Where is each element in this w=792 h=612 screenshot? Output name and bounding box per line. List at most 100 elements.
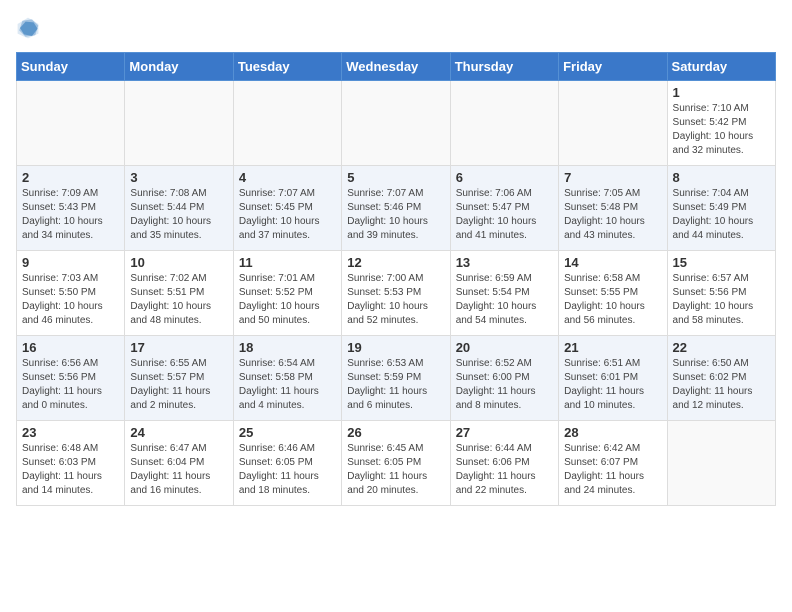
calendar-day-20: 20 Sunrise: 6:52 AM Sunset: 6:00 PM Dayli… (450, 336, 558, 421)
day-number: 27 (456, 425, 553, 440)
calendar-week-row: 9Sunrise: 7:03 AM Sunset: 5:50 PM Daylig… (17, 251, 776, 336)
day-info: Sunrise: 7:09 AM Sunset: 5:43 PM Dayligh… (22, 187, 119, 243)
day-number: 19 (347, 340, 444, 355)
day-info: Sunrise: 7:06 AM Sunset: 5:47 PM Dayligh… (456, 187, 553, 243)
calendar-empty-cell (17, 81, 125, 166)
logo-icon (16, 16, 40, 40)
day-number: 26 (347, 425, 444, 440)
calendar-day-6: 6Sunrise: 7:06 AM Sunset: 5:47 PM Daylig… (450, 166, 558, 251)
day-number: 3 (130, 170, 227, 185)
day-number: 24 (130, 425, 227, 440)
day-info: Sunrise: 6:58 AM Sunset: 5:55 PM Dayligh… (564, 272, 661, 328)
calendar-empty-cell (559, 81, 667, 166)
day-number: 20 (456, 340, 553, 355)
weekday-header-saturday: Saturday (667, 53, 775, 81)
day-number: 15 (673, 255, 770, 270)
calendar-day-5: 5Sunrise: 7:07 AM Sunset: 5:46 PM Daylig… (342, 166, 450, 251)
calendar-day-10: 10 Sunrise: 7:02 AM Sunset: 5:51 PM Dayli… (125, 251, 233, 336)
day-info: Sunrise: 6:46 AM Sunset: 6:05 PM Dayligh… (239, 442, 336, 498)
calendar-day-8: 8 Sunrise: 7:04 AM Sunset: 5:49 PM Daylig… (667, 166, 775, 251)
calendar-day-9: 9Sunrise: 7:03 AM Sunset: 5:50 PM Daylig… (17, 251, 125, 336)
calendar-day-18: 18 Sunrise: 6:54 AM Sunset: 5:58 PM Dayli… (233, 336, 341, 421)
day-info: Sunrise: 6:51 AM Sunset: 6:01 PM Dayligh… (564, 357, 661, 413)
day-info: Sunrise: 6:48 AM Sunset: 6:03 PM Dayligh… (22, 442, 119, 498)
day-number: 17 (130, 340, 227, 355)
day-number: 11 (239, 255, 336, 270)
day-number: 8 (673, 170, 770, 185)
day-info: Sunrise: 7:08 AM Sunset: 5:44 PM Dayligh… (130, 187, 227, 243)
calendar-week-row: 2 Sunrise: 7:09 AM Sunset: 5:43 PM Daylig… (17, 166, 776, 251)
calendar-day-24: 24 Sunrise: 6:47 AM Sunset: 6:04 PM Dayli… (125, 421, 233, 506)
day-info: Sunrise: 7:07 AM Sunset: 5:46 PM Dayligh… (347, 187, 444, 243)
calendar-day-7: 7 Sunrise: 7:05 AM Sunset: 5:48 PM Daylig… (559, 166, 667, 251)
day-info: Sunrise: 7:07 AM Sunset: 5:45 PM Dayligh… (239, 187, 336, 243)
calendar-day-27: 27 Sunrise: 6:44 AM Sunset: 6:06 PM Dayli… (450, 421, 558, 506)
calendar-day-11: 11Sunrise: 7:01 AM Sunset: 5:52 PM Dayli… (233, 251, 341, 336)
calendar-day-17: 17 Sunrise: 6:55 AM Sunset: 5:57 PM Dayli… (125, 336, 233, 421)
day-number: 9 (22, 255, 119, 270)
day-number: 22 (673, 340, 770, 355)
calendar-day-13: 13 Sunrise: 6:59 AM Sunset: 5:54 PM Dayli… (450, 251, 558, 336)
day-info: Sunrise: 7:04 AM Sunset: 5:49 PM Dayligh… (673, 187, 770, 243)
calendar-empty-cell (125, 81, 233, 166)
day-info: Sunrise: 7:05 AM Sunset: 5:48 PM Dayligh… (564, 187, 661, 243)
day-number: 7 (564, 170, 661, 185)
day-info: Sunrise: 6:47 AM Sunset: 6:04 PM Dayligh… (130, 442, 227, 498)
calendar-day-21: 21 Sunrise: 6:51 AM Sunset: 6:01 PM Dayli… (559, 336, 667, 421)
day-info: Sunrise: 6:59 AM Sunset: 5:54 PM Dayligh… (456, 272, 553, 328)
calendar-empty-cell (233, 81, 341, 166)
day-info: Sunrise: 6:52 AM Sunset: 6:00 PM Dayligh… (456, 357, 553, 413)
weekday-header-row: SundayMondayTuesdayWednesdayThursdayFrid… (17, 53, 776, 81)
day-info: Sunrise: 7:10 AM Sunset: 5:42 PM Dayligh… (673, 102, 770, 158)
day-number: 14 (564, 255, 661, 270)
weekday-header-friday: Friday (559, 53, 667, 81)
day-number: 16 (22, 340, 119, 355)
logo (16, 16, 42, 40)
calendar-day-26: 26 Sunrise: 6:45 AM Sunset: 6:05 PM Dayli… (342, 421, 450, 506)
calendar-table: SundayMondayTuesdayWednesdayThursdayFrid… (16, 52, 776, 506)
day-number: 2 (22, 170, 119, 185)
calendar-day-12: 12 Sunrise: 7:00 AM Sunset: 5:53 PM Dayli… (342, 251, 450, 336)
calendar-day-15: 15 Sunrise: 6:57 AM Sunset: 5:56 PM Dayli… (667, 251, 775, 336)
day-number: 21 (564, 340, 661, 355)
day-number: 10 (130, 255, 227, 270)
calendar-day-4: 4 Sunrise: 7:07 AM Sunset: 5:45 PM Daylig… (233, 166, 341, 251)
day-info: Sunrise: 6:55 AM Sunset: 5:57 PM Dayligh… (130, 357, 227, 413)
day-info: Sunrise: 6:44 AM Sunset: 6:06 PM Dayligh… (456, 442, 553, 498)
calendar-day-28: 28Sunrise: 6:42 AM Sunset: 6:07 PM Dayli… (559, 421, 667, 506)
weekday-header-sunday: Sunday (17, 53, 125, 81)
day-info: Sunrise: 6:56 AM Sunset: 5:56 PM Dayligh… (22, 357, 119, 413)
calendar-day-16: 16 Sunrise: 6:56 AM Sunset: 5:56 PM Dayli… (17, 336, 125, 421)
day-info: Sunrise: 6:53 AM Sunset: 5:59 PM Dayligh… (347, 357, 444, 413)
day-number: 1 (673, 85, 770, 100)
calendar-day-19: 19 Sunrise: 6:53 AM Sunset: 5:59 PM Dayli… (342, 336, 450, 421)
day-info: Sunrise: 6:50 AM Sunset: 6:02 PM Dayligh… (673, 357, 770, 413)
calendar-day-2: 2 Sunrise: 7:09 AM Sunset: 5:43 PM Daylig… (17, 166, 125, 251)
weekday-header-monday: Monday (125, 53, 233, 81)
day-number: 18 (239, 340, 336, 355)
day-info: Sunrise: 6:57 AM Sunset: 5:56 PM Dayligh… (673, 272, 770, 328)
calendar-day-22: 22 Sunrise: 6:50 AM Sunset: 6:02 PM Dayli… (667, 336, 775, 421)
calendar-empty-cell (342, 81, 450, 166)
day-info: Sunrise: 7:00 AM Sunset: 5:53 PM Dayligh… (347, 272, 444, 328)
day-info: Sunrise: 7:02 AM Sunset: 5:51 PM Dayligh… (130, 272, 227, 328)
day-number: 4 (239, 170, 336, 185)
day-number: 13 (456, 255, 553, 270)
day-info: Sunrise: 6:54 AM Sunset: 5:58 PM Dayligh… (239, 357, 336, 413)
weekday-header-tuesday: Tuesday (233, 53, 341, 81)
calendar-week-row: 23 Sunrise: 6:48 AM Sunset: 6:03 PM Dayli… (17, 421, 776, 506)
calendar-day-23: 23 Sunrise: 6:48 AM Sunset: 6:03 PM Dayli… (17, 421, 125, 506)
weekday-header-thursday: Thursday (450, 53, 558, 81)
calendar-week-row: 1 Sunrise: 7:10 AM Sunset: 5:42 PM Daylig… (17, 81, 776, 166)
day-number: 25 (239, 425, 336, 440)
day-info: Sunrise: 6:45 AM Sunset: 6:05 PM Dayligh… (347, 442, 444, 498)
calendar-day-14: 14 Sunrise: 6:58 AM Sunset: 5:55 PM Dayli… (559, 251, 667, 336)
day-number: 28 (564, 425, 661, 440)
calendar-empty-cell (450, 81, 558, 166)
day-number: 23 (22, 425, 119, 440)
calendar-empty-cell (667, 421, 775, 506)
calendar-day-3: 3 Sunrise: 7:08 AM Sunset: 5:44 PM Daylig… (125, 166, 233, 251)
calendar-day-1: 1 Sunrise: 7:10 AM Sunset: 5:42 PM Daylig… (667, 81, 775, 166)
page-header (16, 16, 776, 40)
day-number: 12 (347, 255, 444, 270)
